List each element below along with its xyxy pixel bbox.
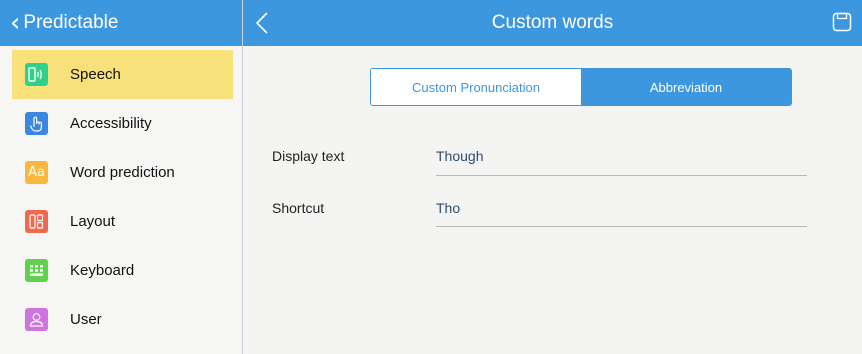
tab-custom-pronunciation[interactable]: Custom Pronunciation <box>371 69 581 105</box>
speech-icon <box>25 63 48 86</box>
display-text-field[interactable]: Though <box>436 148 807 164</box>
settings-menu: Speech Accessibility Aa Word prediction … <box>0 50 242 344</box>
shortcut-label: Shortcut <box>272 200 325 216</box>
sidebar-item-keyboard[interactable]: Keyboard <box>12 246 233 295</box>
chevron-left-icon: ‹ <box>10 8 21 38</box>
save-icon <box>832 12 852 32</box>
sidebar-item-label: Accessibility <box>70 115 152 132</box>
user-icon <box>25 308 48 331</box>
save-button[interactable] <box>832 12 852 37</box>
back-to-predictable-button[interactable]: ‹ Predictable <box>10 0 118 46</box>
sidebar-item-label: Keyboard <box>70 262 135 279</box>
sidebar-item-label: User <box>70 311 102 328</box>
tab-abbreviation[interactable]: Abbreviation <box>581 69 791 105</box>
layout-icon <box>25 210 48 233</box>
display-text-underline <box>436 175 807 176</box>
touch-icon <box>25 112 48 135</box>
sidebar-item-layout[interactable]: Layout <box>12 197 233 246</box>
shortcut-field[interactable]: Tho <box>436 200 807 216</box>
sidebar-item-label: Word prediction <box>70 164 175 181</box>
segmented-control: Custom Pronunciation Abbreviation <box>370 68 792 106</box>
sidebar-item-label: Speech <box>70 66 121 83</box>
display-text-label: Display text <box>272 148 345 164</box>
keyboard-icon <box>25 259 48 282</box>
sidebar-item-label: Layout <box>70 213 116 230</box>
sidebar-header: ‹ Predictable <box>0 0 242 46</box>
page-title: Custom words <box>491 12 614 33</box>
sidebar-item-word-prediction[interactable]: Aa Word prediction <box>12 148 233 197</box>
top-bar: Custom words <box>243 0 862 46</box>
shortcut-underline <box>436 226 807 227</box>
sidebar-item-user[interactable]: User <box>12 295 233 344</box>
sidebar-item-speech[interactable]: Speech <box>12 50 233 99</box>
sidebar-item-accessibility[interactable]: Accessibility <box>12 99 233 148</box>
word-prediction-icon: Aa <box>25 161 48 184</box>
back-label: Predictable <box>23 12 119 33</box>
sidebar: ‹ Predictable Speech Accessibility Aa Wo… <box>0 0 243 354</box>
